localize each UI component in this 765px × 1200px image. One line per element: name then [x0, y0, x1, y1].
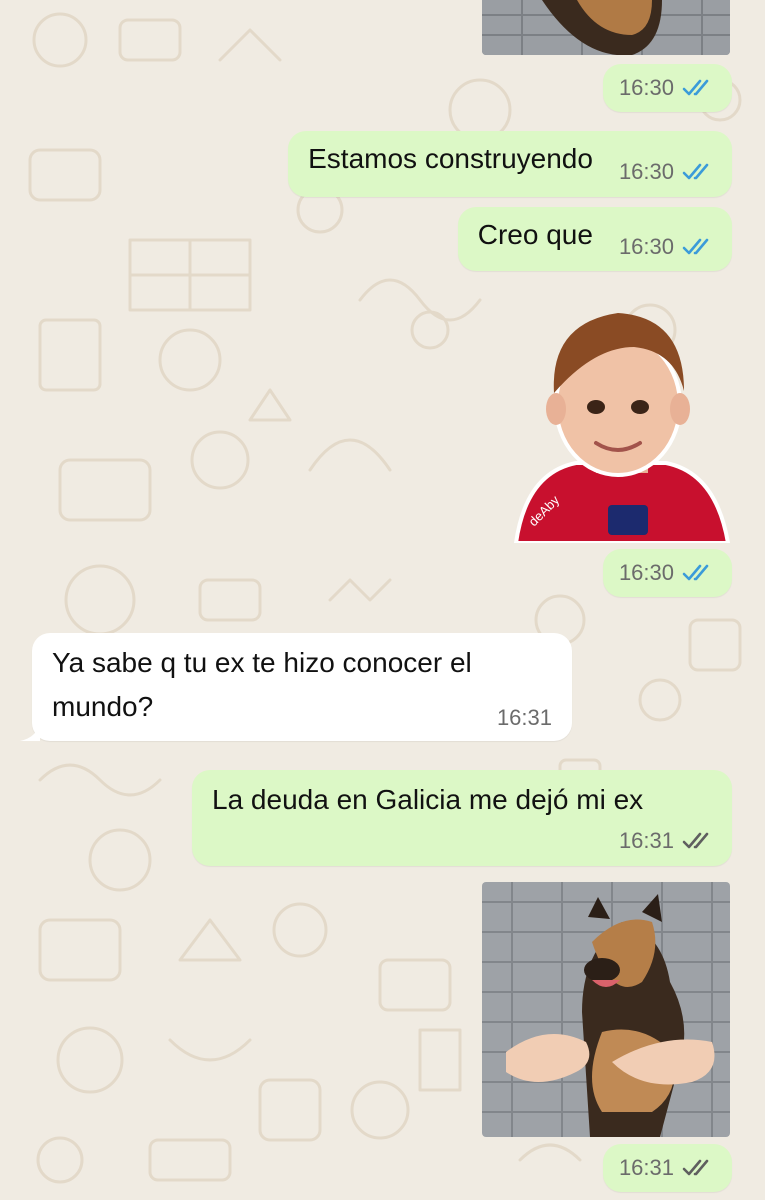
message-time: 16:31 [496, 705, 552, 730]
message-2[interactable]: Estamos construyendo 16:30 [288, 131, 732, 197]
message-1-meta: 16:30 [602, 64, 732, 112]
message-time: 16:30 [618, 560, 674, 585]
bubble-tail-icon [20, 721, 40, 741]
message-3[interactable]: Creo que 16:30 [457, 207, 732, 271]
message-text: Estamos construyendo [308, 143, 593, 174]
message-text: La deuda en Galicia me dejó mi ex [212, 784, 644, 815]
read-ticks-icon [682, 78, 716, 98]
delivered-ticks-icon [682, 1158, 716, 1178]
dog-image-top[interactable] [482, 0, 730, 55]
message-time: 16:31 [618, 828, 674, 853]
message-5-incoming[interactable]: Ya sabe q tu ex te hizo conocer el mundo… [20, 633, 572, 741]
boy-sticker-illustration: deAby [513, 313, 731, 543]
dog-image-top-illustration [482, 0, 730, 55]
read-ticks-icon [682, 563, 716, 583]
message-text-line-2: mundo? [52, 691, 154, 722]
message-text-line-1: Ya sabe q tu ex te hizo conocer el [52, 647, 472, 678]
dog-image-illustration [482, 882, 730, 1137]
delivered-ticks-icon [682, 831, 716, 851]
message-time: 16:30 [618, 75, 674, 100]
message-4-meta: 16:30 [602, 549, 732, 597]
message-text: Creo que [477, 219, 593, 250]
message-time: 16:30 [618, 159, 674, 184]
message-time: 16:31 [618, 1155, 674, 1180]
boy-sticker[interactable]: deAby [508, 305, 736, 543]
read-ticks-icon [682, 162, 716, 182]
read-ticks-icon [682, 237, 716, 257]
message-time: 16:30 [618, 234, 674, 259]
message-7-meta: 16:31 [602, 1144, 732, 1192]
dog-image[interactable] [482, 882, 730, 1137]
message-6[interactable]: La deuda en Galicia me dejó mi ex 16:31 [192, 770, 732, 866]
